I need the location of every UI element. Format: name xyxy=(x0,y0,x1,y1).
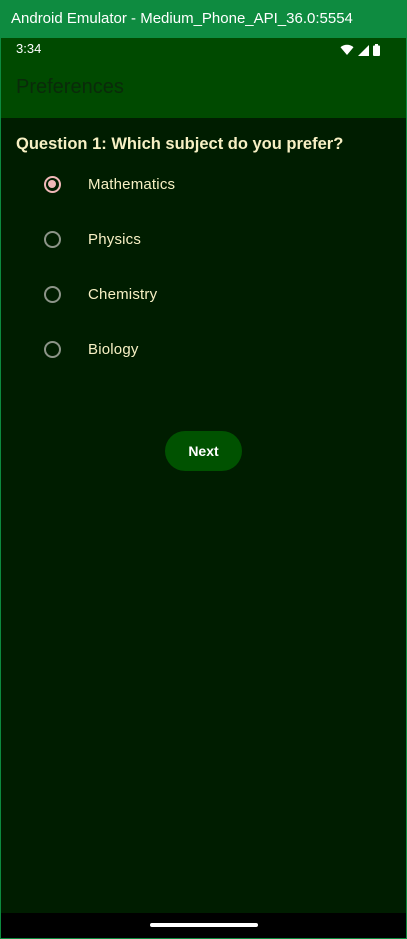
radio-ring xyxy=(43,340,61,358)
app-bar: Preferences xyxy=(1,62,406,118)
radio-button[interactable] xyxy=(29,326,75,372)
wifi-icon xyxy=(340,44,354,56)
option-label: Mathematics xyxy=(88,175,176,193)
radio-dot xyxy=(48,180,56,188)
option-label: Biology xyxy=(88,340,139,358)
battery-icon xyxy=(373,44,380,56)
option-label: Physics xyxy=(88,230,142,248)
emulator-window: Android Emulator - Medium_Phone_API_36.0… xyxy=(0,0,407,939)
home-handle[interactable] xyxy=(150,923,258,927)
signal-icon xyxy=(358,44,369,56)
status-bar: 3:34 xyxy=(1,38,406,62)
next-button[interactable]: Next xyxy=(165,431,242,471)
option-label: Chemistry xyxy=(88,285,158,303)
radio-ring xyxy=(43,230,61,248)
radio-button[interactable] xyxy=(29,271,75,317)
window-titlebar[interactable]: Android Emulator - Medium_Phone_API_36.0… xyxy=(0,0,407,38)
radio-ring xyxy=(43,175,61,193)
option-physics[interactable]: Physics xyxy=(29,215,329,263)
app-bar-title: Preferences xyxy=(16,76,124,98)
question-text: Question 1: Which subject do you prefer? xyxy=(16,135,344,153)
status-time: 3:34 xyxy=(16,41,42,56)
option-biology[interactable]: Biology xyxy=(29,325,329,373)
window-title: Android Emulator - Medium_Phone_API_36.0… xyxy=(11,10,353,27)
option-chemistry[interactable]: Chemistry xyxy=(29,270,329,318)
radio-button-selected[interactable] xyxy=(29,161,75,207)
radio-button[interactable] xyxy=(29,216,75,262)
radio-ring xyxy=(43,285,61,303)
navigation-bar xyxy=(1,913,406,938)
option-mathematics[interactable]: Mathematics xyxy=(29,160,329,208)
device-screen: 3:34 Preferences Question 1: Which subje… xyxy=(1,38,406,938)
status-icons xyxy=(340,43,380,57)
